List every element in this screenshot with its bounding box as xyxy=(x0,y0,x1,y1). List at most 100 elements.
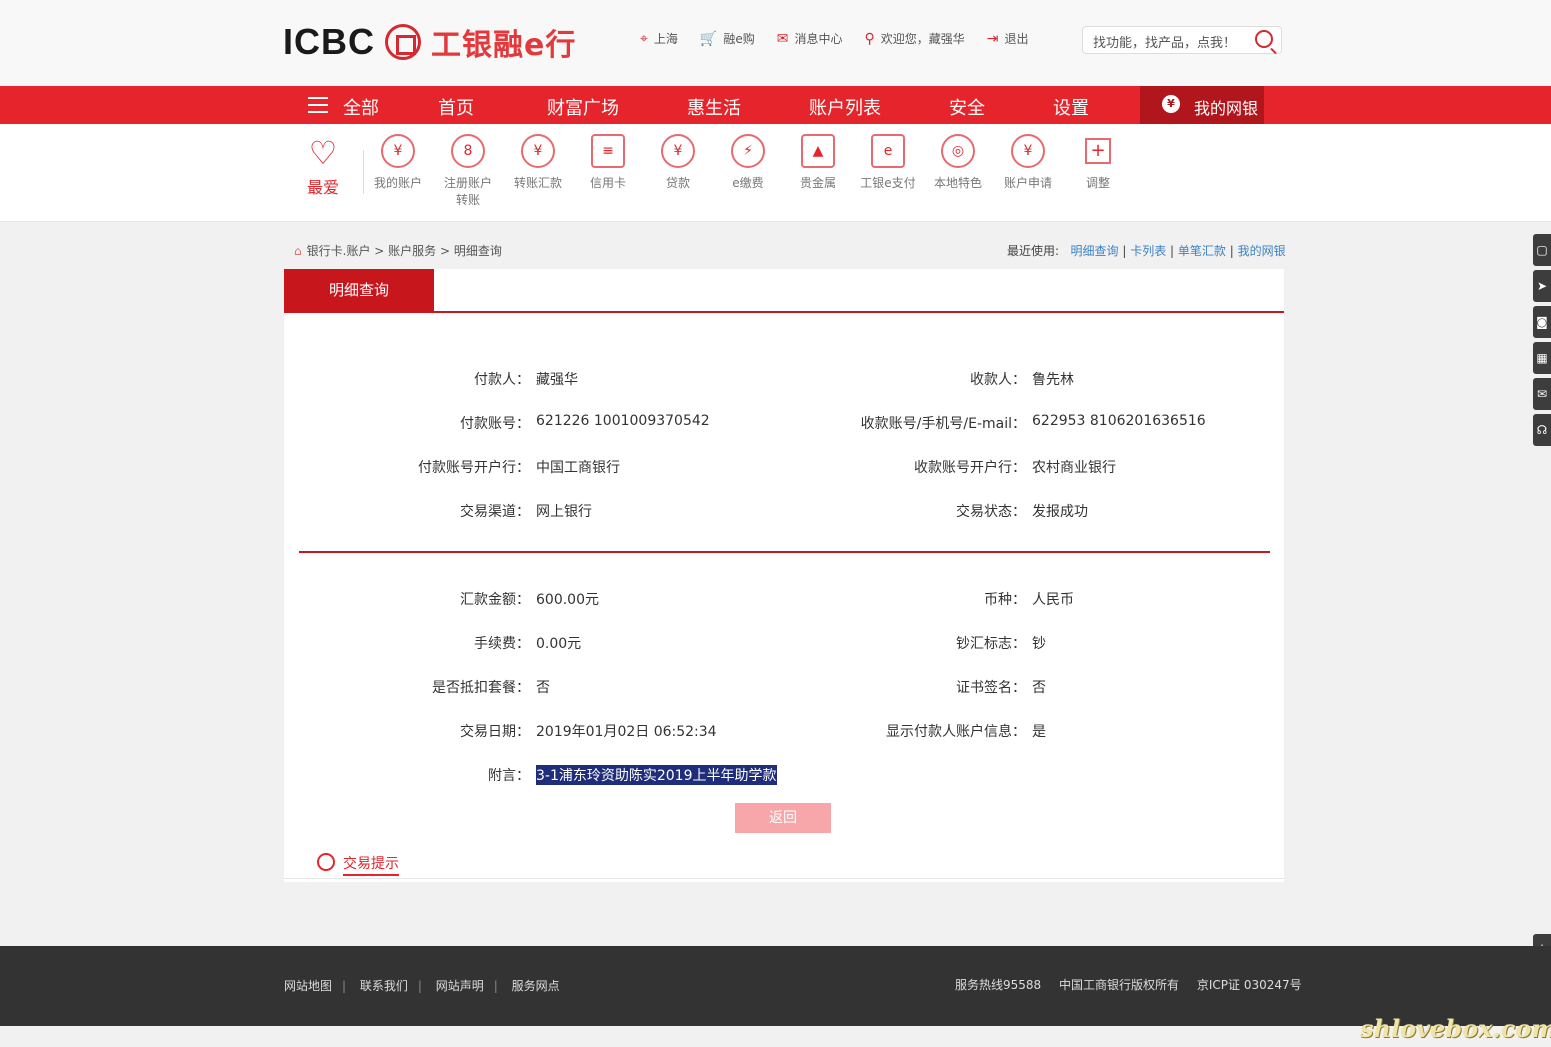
quick-register-transfer[interactable]: 8 注册账户 转账 xyxy=(433,134,503,208)
top-nav-location[interactable]: ⌖ 上海 xyxy=(640,30,678,47)
quick-loan[interactable]: ¥ 贷款 xyxy=(643,134,713,191)
recent-link[interactable]: 明细查询 xyxy=(1071,244,1119,258)
quick-transfer[interactable]: ¥ 转账汇款 xyxy=(503,134,573,191)
location-pin-icon: ⌖ xyxy=(640,30,648,47)
footer-link[interactable]: 服务网点 xyxy=(512,979,560,993)
recent-link[interactable]: 我的网银 xyxy=(1238,244,1286,258)
my-bank-button[interactable]: ¥ 我的网银 xyxy=(1140,86,1264,124)
footer-link[interactable]: 网站地图 xyxy=(284,979,332,993)
cash-flag-value: 钞 xyxy=(1032,636,1046,652)
payer-label: 付款人： xyxy=(474,372,530,388)
icp: 京ICP证 030247号 xyxy=(1196,978,1302,992)
nav-settings[interactable]: 设置 xyxy=(1053,94,1089,120)
quick-precious-metal[interactable]: ▲ 贵金属 xyxy=(783,134,853,191)
payee-value: 鲁先林 xyxy=(1032,372,1074,388)
nav-wealth[interactable]: 财富广场 xyxy=(547,94,619,120)
credit-card-icon: ≡ xyxy=(591,134,625,168)
top-nav-messages[interactable]: ✉ 消息中心 xyxy=(777,30,843,47)
date-value: 2019年01月02日 06:52:34 xyxy=(536,724,717,740)
payer-bank-value: 中国工商银行 xyxy=(536,460,620,476)
note-label: 附言： xyxy=(488,768,530,784)
nav-life[interactable]: 惠生活 xyxy=(687,94,741,120)
nav-accounts[interactable]: 账户列表 xyxy=(809,94,881,120)
user-icon: ⚲ xyxy=(864,30,875,47)
favorite-button[interactable]: ♡ 最爱 xyxy=(300,136,346,198)
fee-label: 手续费： xyxy=(474,636,530,652)
side-calendar-icon[interactable]: ▦ xyxy=(1533,342,1551,374)
heart-icon: ♡ xyxy=(308,134,338,172)
loan-bag-icon: ¥ xyxy=(661,134,695,168)
transfer-icon: ¥ xyxy=(521,134,555,168)
footer-link[interactable]: 联系我们 xyxy=(360,979,408,993)
status-label: 交易状态： xyxy=(956,504,1026,520)
search-placeholder: 找功能，找产品，点我！ xyxy=(1093,36,1237,51)
logo-en: ICBC xyxy=(283,21,375,62)
show-payer-info-value: 是 xyxy=(1032,724,1046,740)
breadcrumb-current: 明细查询 xyxy=(453,244,502,258)
top-nav-shop[interactable]: 🛒 融e购 xyxy=(700,30,755,47)
icbc-logo[interactable]: ICBC 工银融e行 xyxy=(283,21,577,63)
return-button[interactable]: 返回 xyxy=(735,803,831,833)
quick-account-apply[interactable]: ¥ 账户申请 xyxy=(993,134,1063,191)
menu-icon[interactable] xyxy=(308,97,328,113)
logout-icon: ⇥ xyxy=(986,30,999,47)
breadcrumb-item[interactable]: 账户服务 xyxy=(388,244,436,258)
divider xyxy=(363,150,364,194)
side-gift-icon[interactable]: ▢ xyxy=(1533,234,1551,266)
payer-account-label: 付款账号： xyxy=(460,416,530,432)
package-deduct-label: 是否抵扣套餐： xyxy=(432,680,530,696)
gold-bars-icon: ▲ xyxy=(801,134,835,168)
payer-account-value: 621226 1001009370542 xyxy=(536,413,710,429)
top-nav-welcome[interactable]: ⚲ 欢迎您，藏强华 xyxy=(864,30,964,47)
register-transfer-icon: 8 xyxy=(451,134,485,168)
footer-link[interactable]: 网站声明 xyxy=(436,979,484,993)
epay-icon: ⚡ xyxy=(731,134,765,168)
cert-sign-label: 证书签名： xyxy=(956,680,1026,696)
footer: 网站地图 | 联系我们 | 网站声明 | 服务网点 服务热线95588 中国工商银行版… xyxy=(0,946,1551,1026)
section-divider xyxy=(299,551,1270,553)
side-mail-icon[interactable]: ✉ xyxy=(1533,378,1551,410)
package-deduct-value: 否 xyxy=(536,680,550,696)
logo-cn: 工银融e行 xyxy=(431,28,577,63)
breadcrumb-item[interactable]: 银行卡.账户 xyxy=(307,244,371,258)
search-input[interactable]: 找功能，找产品，点我！ xyxy=(1082,26,1282,54)
recent-link[interactable]: 单笔汇款 xyxy=(1178,244,1226,258)
quick-epay[interactable]: ⚡ e缴费 xyxy=(713,134,783,191)
payee-bank-label: 收款账号开户行： xyxy=(914,460,1026,476)
quick-credit-card[interactable]: ≡ 信用卡 xyxy=(573,134,643,191)
tab-detail-query[interactable]: 明细查询 xyxy=(284,269,434,311)
top-nav: ⌖ 上海 🛒 融e购 ✉ 消息中心 ⚲ 欢迎您，藏强华 ⇥ 退出 xyxy=(640,30,1051,47)
currency-value: 人民币 xyxy=(1032,592,1074,608)
quick-local-feature[interactable]: ◎ 本地特色 xyxy=(923,134,993,191)
channel-label: 交易渠道： xyxy=(460,504,530,520)
tab-bar: 明细查询 xyxy=(284,269,1284,313)
lightbulb-icon xyxy=(317,853,335,871)
top-header: ICBC 工银融e行 ⌖ 上海 🛒 融e购 ✉ 消息中心 ⚲ 欢迎您，藏强华 ⇥ 退出 找… xyxy=(0,0,1551,86)
side-send-icon[interactable]: ➤ xyxy=(1533,270,1551,302)
payee-account-label: 收款账号/手机号/E-mail： xyxy=(860,416,1026,432)
quick-icbc-epay[interactable]: e 工银e支付 xyxy=(853,134,923,191)
search-icon[interactable] xyxy=(1255,30,1273,48)
recent-used: 最近使用: 明细查询 | 卡列表 | 单笔汇款 | 我的网银 xyxy=(1007,244,1286,258)
icbc-seal-icon xyxy=(385,24,421,60)
quick-adjust[interactable]: + 调整 xyxy=(1063,134,1133,191)
amount-label: 汇款金额： xyxy=(460,592,530,608)
note-value: 3-1浦东玲资助陈实2019上半年助学款 xyxy=(536,765,777,785)
side-camera-icon[interactable]: ◙ xyxy=(1533,306,1551,338)
quick-menu: ♡ 最爱 ¥ 我的账户 8 注册账户 转账 ¥ 转账汇款 ≡ 信用卡 ¥ 贷款 ⚡ e缴费 … xyxy=(0,124,1551,222)
transaction-tips[interactable]: 交易提示 xyxy=(317,853,399,876)
mail-icon: ✉ xyxy=(776,30,789,47)
main-nav: 全部 首页 财富广场 惠生活 账户列表 安全 设置 ¥ 我的网银 xyxy=(0,86,1551,124)
nav-security[interactable]: 安全 xyxy=(949,94,985,120)
recent-link[interactable]: 卡列表 xyxy=(1130,244,1166,258)
nav-all[interactable]: 全部 xyxy=(343,94,379,120)
cash-flag-label: 钞汇标志： xyxy=(956,636,1026,652)
home-icon[interactable]: ⌂ xyxy=(294,244,302,258)
watermark: shlovebox.com xyxy=(1360,1014,1551,1043)
payer-bank-label: 付款账号开户行： xyxy=(418,460,530,476)
side-service-icon[interactable]: ☊ xyxy=(1533,414,1551,446)
nav-home[interactable]: 首页 xyxy=(438,94,474,120)
quick-my-account[interactable]: ¥ 我的账户 xyxy=(363,134,433,191)
status-value: 发报成功 xyxy=(1032,504,1088,520)
top-nav-logout[interactable]: ⇥ 退出 xyxy=(987,30,1029,47)
